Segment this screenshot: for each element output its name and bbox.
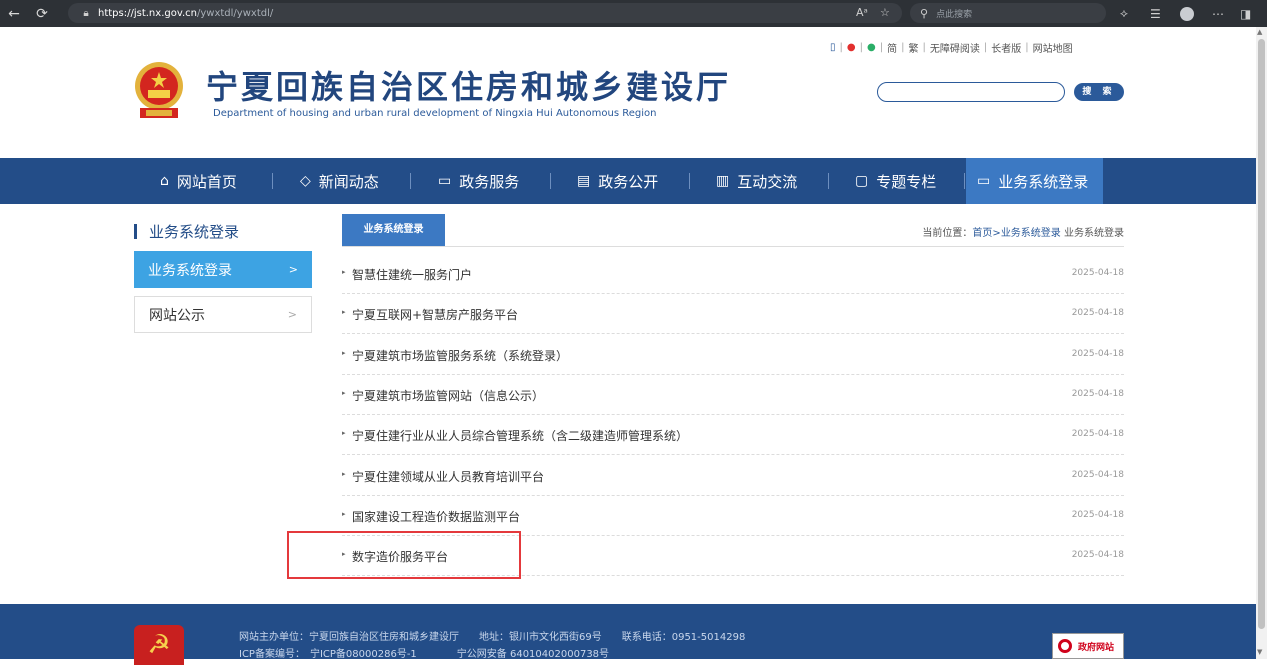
site-subtitle: Department of housing and urban rural de… <box>213 108 657 119</box>
list-item[interactable]: ▸ 智慧住建统一服务门户 2025-04-18 <box>342 254 1124 294</box>
tab-system-login[interactable]: 业务系统登录 <box>342 214 445 246</box>
list-item[interactable]: ▸ 宁夏互联网+智慧房产服务平台 2025-04-18 <box>342 294 1124 334</box>
site-search-input[interactable] <box>877 82 1065 102</box>
gov-website-badge[interactable]: 政府网站 <box>1052 633 1124 659</box>
book-icon: ▥ <box>716 173 730 189</box>
address-bar[interactable]: 🔒︎ https://jst.nx.gov.cn/ywxtdl/ywxtdl/ … <box>68 3 902 23</box>
scroll-thumb[interactable] <box>1258 39 1265 629</box>
chat-box-icon: ▤ <box>577 173 591 189</box>
gov-badge-icon <box>1058 639 1072 653</box>
scroll-down-icon[interactable]: ▼ <box>1257 648 1262 656</box>
lock-icon: 🔒︎ <box>83 7 89 19</box>
nav-topics[interactable]: ▢ 专题专栏 <box>855 158 936 204</box>
refresh-button[interactable]: ⟳ <box>28 0 56 27</box>
bullet-icon: ▸ <box>342 308 346 316</box>
bullet-icon: ▸ <box>342 389 346 397</box>
wechat-icon[interactable]: ● <box>867 42 876 53</box>
tab-underline <box>342 246 1124 247</box>
search-placeholder: 点此搜索 <box>936 9 973 20</box>
nav-public[interactable]: ▤ 政务公开 <box>577 158 658 204</box>
bullet-icon: ▸ <box>342 268 346 276</box>
sitemap-link[interactable]: 网站地图 <box>1033 40 1073 55</box>
sidebar-toggle-icon[interactable]: ◨ <box>1240 0 1251 27</box>
highlight-annotation-box <box>287 531 521 579</box>
list-item[interactable]: ▸ 国家建设工程造价数据监测平台 2025-04-18 <box>342 496 1124 536</box>
page-scrollbar[interactable]: ▲ ▼ <box>1256 27 1267 659</box>
breadcrumb: 当前位置：首页>业务系统登录 业务系统登录 <box>922 228 1124 239</box>
title-bar-decoration <box>134 224 137 239</box>
sidebar-item-system-login[interactable]: 业务系统登录 > <box>134 251 312 288</box>
nav-news[interactable]: ◇ 新闻动态 <box>300 158 379 204</box>
site-title: 宁夏回族自治区住房和城乡建设厅 <box>206 68 732 106</box>
national-emblem-icon <box>135 62 183 118</box>
party-emblem-icon: ☭ <box>134 625 184 665</box>
nav-home[interactable]: ⌂ 网站首页 <box>160 158 237 204</box>
scroll-up-icon[interactable]: ▲ <box>1257 28 1262 36</box>
elderly-link[interactable]: 长者版 <box>991 40 1021 55</box>
favorites-icon[interactable]: ☰ <box>1150 0 1161 27</box>
weibo-icon[interactable]: ● <box>847 42 856 53</box>
top-links: ▯ | ● | ● | 简 | 繁 | 无障碍阅读 | 长者版 | 网站地图 <box>830 40 1073 55</box>
footer-icp[interactable]: ICP备案编号： 宁ICP备08000286号-1 宁公网安备 64010402… <box>239 645 609 660</box>
bullet-icon: ▸ <box>342 429 346 437</box>
back-button[interactable]: ← <box>0 0 28 27</box>
footer-info: 网站主办单位：宁夏回族自治区住房和城乡建设厅 地址：银川市文化西街69号 联系电… <box>239 632 746 643</box>
nav-system-login[interactable]: ▭ 业务系统登录 <box>966 158 1103 204</box>
breadcrumb-home[interactable]: 首页 <box>972 228 992 239</box>
simplified-link[interactable]: 简 <box>887 40 897 55</box>
avatar[interactable] <box>1180 6 1194 21</box>
edit-doc-icon: ▭ <box>438 173 452 189</box>
chevron-right-icon: > <box>288 263 298 276</box>
edit-doc-icon: ▭ <box>977 173 991 189</box>
favorite-star-icon[interactable]: ☆ <box>880 6 890 19</box>
nav-services[interactable]: ▭ 政务服务 <box>438 158 519 204</box>
read-aloud-icon[interactable]: Aᵃ <box>856 6 868 19</box>
bullet-icon: ▸ <box>342 470 346 478</box>
home-icon: ⌂ <box>160 173 169 189</box>
bullet-icon: ▸ <box>342 510 346 518</box>
url-text[interactable]: https://jst.nx.gov.cn/ywxtdl/ywxtdl/ <box>98 8 273 19</box>
site-search-button[interactable]: 搜 索 <box>1074 83 1124 101</box>
main-navigation: ⌂ 网站首页 ◇ 新闻动态 ▭ 政务服务 ▤ 政务公开 ▥ 互动交流 ▢ 专题专栏 ▭ 业务系… <box>0 158 1256 204</box>
breadcrumb-section[interactable]: 业务系统登录 <box>1001 228 1061 239</box>
extensions-icon[interactable]: ⟡ <box>1120 0 1128 27</box>
monitor-icon: ▢ <box>855 173 869 189</box>
mobile-icon[interactable]: ▯ <box>830 42 836 53</box>
list-item[interactable]: ▸ 宁夏住建领域从业人员教育培训平台 2025-04-18 <box>342 456 1124 496</box>
list-item[interactable]: ▸ 宁夏建筑市场监管服务系统（系统登录） 2025-04-18 <box>342 335 1124 375</box>
browser-search-box[interactable]: ⚲ 点此搜索 <box>910 3 1106 23</box>
profile-avatar[interactable] <box>1180 0 1194 27</box>
traditional-link[interactable]: 繁 <box>908 40 918 55</box>
chevron-right-icon: > <box>287 308 297 321</box>
sidebar-title: 业务系统登录 <box>134 221 239 242</box>
sidebar-item-announcement[interactable]: 网站公示 > <box>134 296 312 333</box>
list-item[interactable]: ▸ 宁夏建筑市场监管网站（信息公示） 2025-04-18 <box>342 375 1124 415</box>
nav-interaction[interactable]: ▥ 互动交流 <box>716 158 797 204</box>
list-item[interactable]: ▸ 宁夏住建行业从业人员综合管理系统（含二级建造师管理系统） 2025-04-1… <box>342 415 1124 455</box>
more-menu-icon[interactable]: ⋯ <box>1212 0 1224 27</box>
bullet-icon: ▸ <box>342 349 346 357</box>
accessible-link[interactable]: 无障碍阅读 <box>930 40 980 55</box>
search-icon: ⚲ <box>920 6 929 20</box>
tag-icon: ◇ <box>300 173 311 189</box>
